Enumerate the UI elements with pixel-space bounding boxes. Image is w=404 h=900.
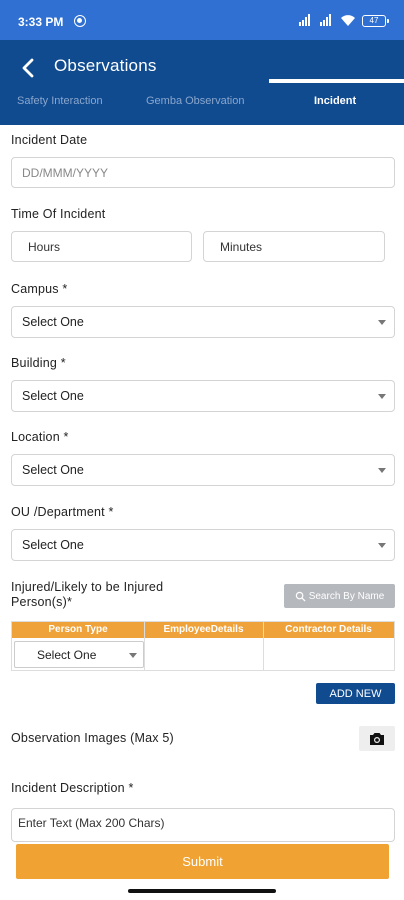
status-time: 3:33 PM	[18, 15, 64, 29]
chevron-left-icon	[22, 58, 34, 78]
status-bar: 3:33 PM 47	[0, 0, 404, 40]
incident-description-label: Incident Description *	[11, 781, 134, 795]
tab-bar: Safety Interaction Gemba Observation Inc…	[0, 90, 404, 125]
person-table-header: Person Type EmployeeDetails Contractor D…	[12, 622, 394, 638]
injured-persons-label-2: Person(s)*	[11, 595, 73, 609]
tab-gemba-observation[interactable]: Gemba Observation	[146, 90, 244, 125]
back-button[interactable]	[14, 54, 46, 82]
wifi-icon	[340, 13, 356, 27]
search-by-name-button[interactable]: Search By Name	[284, 584, 395, 608]
person-type-value: Select One	[37, 647, 97, 662]
building-select-value: Select One	[22, 389, 84, 403]
location-select[interactable]: Select One	[11, 454, 395, 486]
table-divider	[263, 622, 264, 670]
department-select[interactable]: Select One	[11, 529, 395, 561]
home-indicator	[128, 889, 276, 893]
injured-persons-label: Injured/Likely to be Injured	[11, 580, 164, 594]
observation-images-label: Observation Images (Max 5)	[11, 731, 174, 745]
signal-icon	[299, 14, 310, 26]
chevron-down-icon	[378, 543, 386, 548]
building-label: Building *	[11, 356, 66, 370]
tab-incident[interactable]: Incident	[314, 90, 356, 125]
chevron-down-icon	[378, 394, 386, 399]
location-select-value: Select One	[22, 463, 84, 477]
person-table: Person Type EmployeeDetails Contractor D…	[11, 621, 395, 671]
screen-record-icon	[74, 15, 86, 27]
minutes-field[interactable]: Minutes	[203, 231, 385, 262]
time-of-incident-label: Time Of Incident	[11, 207, 106, 221]
page-title: Observations	[54, 56, 157, 75]
search-by-name-label: Search By Name	[308, 590, 385, 602]
header-person-type: Person Type	[48, 624, 108, 635]
chevron-down-icon	[378, 468, 386, 473]
chevron-down-icon	[129, 653, 137, 658]
campus-select[interactable]: Select One	[11, 306, 395, 338]
camera-icon	[370, 732, 384, 745]
hours-field[interactable]: Hours	[11, 231, 192, 262]
signal-icon-2	[320, 14, 331, 26]
person-type-select[interactable]: Select One	[14, 641, 144, 668]
department-select-value: Select One	[22, 538, 84, 552]
submit-button[interactable]: Submit	[16, 844, 389, 879]
incident-description-field[interactable]: Enter Text (Max 200 Chars)	[11, 808, 395, 842]
chevron-down-icon	[378, 320, 386, 325]
campus-select-value: Select One	[22, 315, 84, 329]
campus-label: Campus *	[11, 282, 68, 296]
incident-date-label: Incident Date	[11, 133, 88, 147]
building-select[interactable]: Select One	[11, 380, 395, 412]
active-tab-indicator	[269, 79, 404, 83]
department-label: OU /Department *	[11, 505, 114, 519]
header-employee-details: EmployeeDetails	[163, 624, 244, 635]
search-icon	[295, 591, 306, 602]
incident-date-field[interactable]: DD/MMM/YYYY	[11, 157, 395, 188]
battery-icon: 47	[362, 15, 389, 27]
table-divider	[144, 622, 145, 670]
header-contractor-details: Contractor Details	[285, 624, 372, 635]
tab-safety-interaction[interactable]: Safety Interaction	[17, 90, 103, 125]
location-label: Location *	[11, 430, 69, 444]
camera-button[interactable]	[359, 726, 395, 751]
add-new-button[interactable]: ADD NEW	[316, 683, 395, 704]
